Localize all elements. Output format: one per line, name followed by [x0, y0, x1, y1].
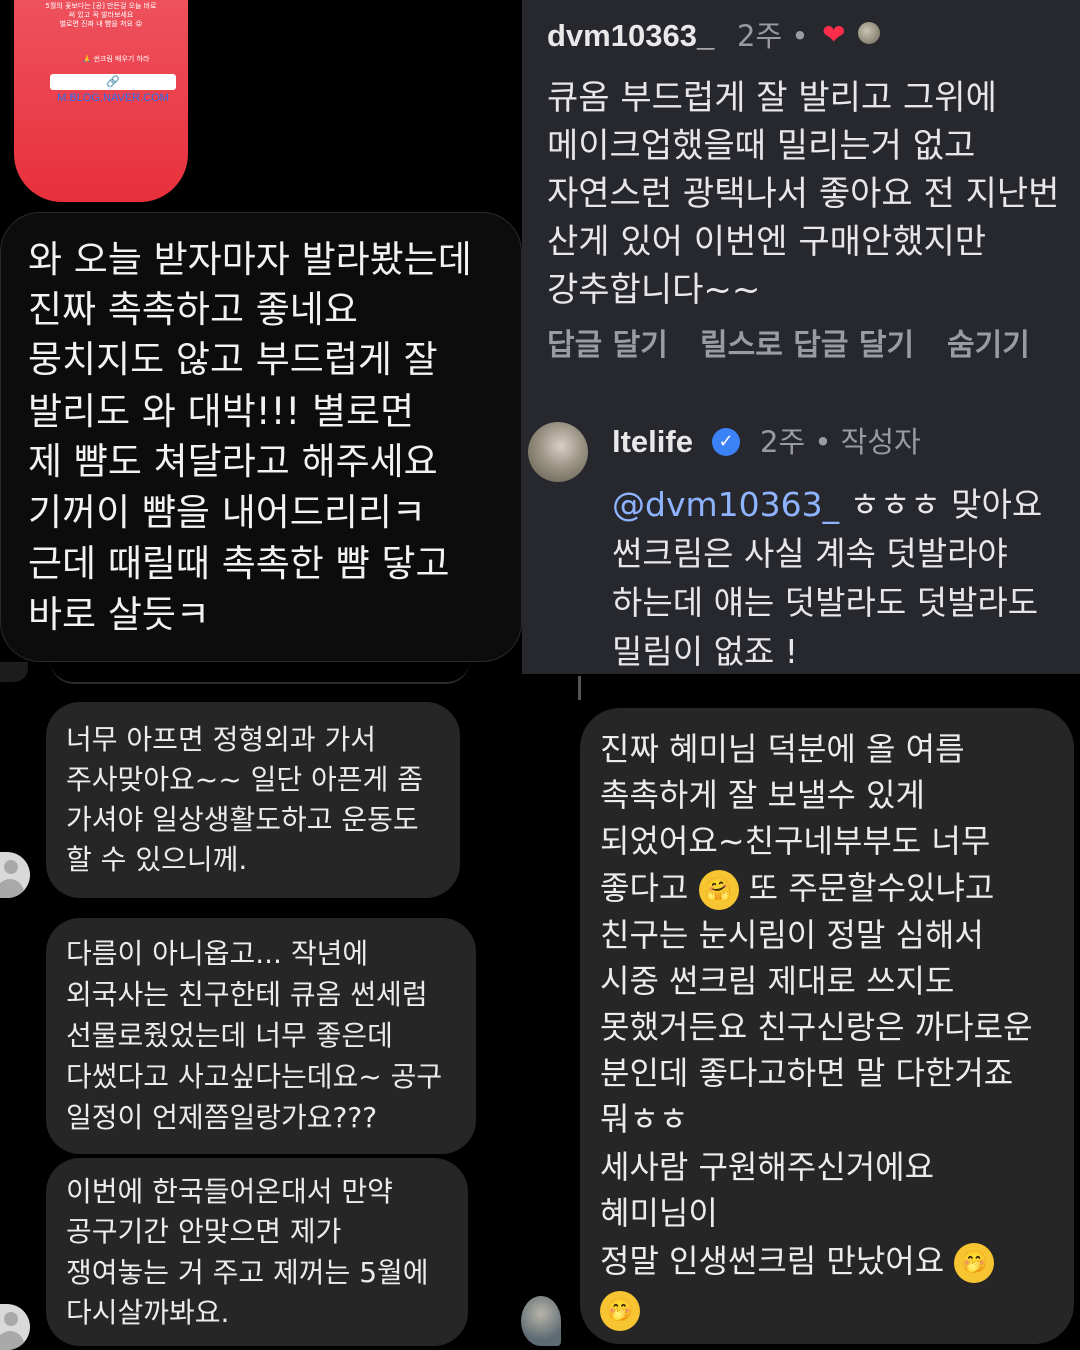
reply-meta: 2주 • 작성자 [760, 425, 921, 459]
message-line: 바로 살듯ㅋ [28, 593, 210, 636]
chat-line: 쟁여놓는 거 주고 제꺼는 5월에 [66, 1256, 429, 1289]
chat-line-with-emoji: 정말 인생썬크림 만났어요 🤭 [600, 1238, 995, 1284]
comment-line: 자연스런 광택나서 좋아요 전 지난번 [547, 174, 1060, 214]
chat-line: 주사맞아요~~ 일단 아픈게 좀 [66, 763, 423, 796]
story-text-line: 써 있고 꼭 발라보세요 [68, 11, 134, 19]
comment-meta: 2주 • [737, 19, 809, 53]
message-line: 발리도 와 대박!!! 별로면 [28, 390, 415, 433]
comment-line: 강추합니다~~ [547, 270, 761, 310]
chat-line: 되었어요~친구네부부도 너무 [600, 822, 991, 860]
comment-line: 큐옴 부드럽게 잘 발리고 그위에 [547, 78, 997, 118]
chat-bubble: 너무 아프면 정형외과 가서 주사맞아요~~ 일단 아픈게 좀 가셔야 일상생활… [46, 702, 460, 898]
chat-line: 이번에 한국들어온대서 만약 [66, 1175, 393, 1208]
default-avatar-icon [0, 1304, 30, 1350]
comment-line: 메이크업했을때 밀리는거 없고 [547, 126, 976, 166]
reply-line: 하는데 얘는 덧발라도 덧발라도 [612, 583, 1039, 622]
chat-line: 시중 썬크림 제대로 쓰지도 [600, 962, 955, 1000]
chat-text: 정말 인생썬크림 만났어요 [600, 1242, 945, 1280]
story-text-line: 5월의 꽃보다는 [공] 만든걸 오늘 바로 [45, 2, 157, 10]
chat-line: 세사람 구원해주신거에요 [600, 1148, 935, 1186]
message-line: 근데 때릴때 촉촉한 뺨 닿고 [28, 542, 450, 585]
avatar-partial [0, 662, 28, 682]
chat-text: 좋다고 [600, 869, 689, 907]
reply-line: 밀림이 없죠 ! [612, 632, 799, 671]
bubble-shadow-edge [50, 660, 470, 684]
chat-line: 가셔야 일상생활도하고 운동도 [66, 803, 419, 836]
chat-bubble: 다름이 아니옵고... 작년에 외국사는 친구한테 큐옴 썬세럼 선물로줬었는데… [46, 918, 476, 1154]
message-line: 와 오늘 받자마자 발라봤는데 [28, 238, 472, 281]
chat-line: 너무 아프면 정형외과 가서 [66, 723, 377, 756]
hide-button[interactable]: 숨기기 [947, 324, 1030, 368]
avatar[interactable] [521, 1296, 561, 1346]
chat-line: 혜미님이 [600, 1194, 718, 1232]
chat-line: 못했거든요 친구신랑은 까다로운 [600, 1008, 1033, 1046]
reels-reply-button[interactable]: 릴스로 답글 달기 [700, 324, 914, 368]
chat-line: 친구는 눈시림이 정말 심해서 [600, 916, 984, 954]
chat-text: 또 주문할수있냐고 [738, 869, 995, 907]
chat-line: 다름이 아니옵고... 작년에 [66, 937, 369, 970]
chat-line: 일정이 언제쯤일랑가요??? [66, 1101, 378, 1134]
chat-line: 외국사는 친구한테 큐옴 썬세럼 [66, 978, 428, 1011]
avatar[interactable] [528, 422, 588, 482]
message-line: 기꺼이 뺨을 내어드리리ㅋ [28, 491, 426, 534]
chat-bubble-large: 진짜 혜미님 덕분에 올 여름 촉촉하게 잘 보낼수 있게 되었어요~친구네부부… [580, 708, 1074, 1344]
verified-badge-icon: ✓ [712, 428, 740, 456]
story-preview-card[interactable]: 5월의 꽃보다는 [공] 만든걸 오늘 바로 써 있고 꼭 발라보세요 별로면 … [14, 0, 188, 202]
chat-line: 다썼다고 사고싶다는데요~ 공구 [66, 1060, 443, 1093]
default-avatar-icon [0, 852, 30, 898]
message-line: 뭉치지도 않고 부드럽게 잘 [28, 338, 438, 381]
story-text-line: 별로면 진짜 내 뺨을 쳐요 😝 [59, 20, 143, 28]
reply-text: ㅎㅎㅎ 맞아요 [839, 485, 1043, 524]
message-bubble-main: 와 오늘 받자마자 발라봤는데 진짜 촉촉하고 좋네요 뭉치지도 않고 부드럽게… [0, 212, 522, 662]
hugging-face-icon: 🤗 [698, 870, 739, 910]
chat-line: 분인데 좋다고하면 말 다한거죠 [600, 1054, 1014, 1092]
reply-line: 썬크림은 사실 계속 덧발라야 [612, 534, 1008, 573]
liked-by-avatar [858, 22, 880, 44]
heart-icon[interactable]: ❤ [822, 20, 845, 50]
chat-bubble: 이번에 한국들어온대서 만약 공구기간 안맞으면 제가 쟁여놓는 거 주고 제꺼… [46, 1158, 468, 1346]
chat-line-with-emoji: 좋다고 🤗 또 주문할수있냐고 [600, 865, 994, 911]
shy-face-icon: 🤭 [954, 1243, 995, 1283]
story-chip: 🙏 썬크림 배우기 하라 [82, 55, 150, 63]
chat-line: 공구기간 안맞으면 제가 [66, 1215, 342, 1248]
reply-username[interactable]: ltelife [612, 420, 693, 464]
chat-line-emoji-only: 🤭 [600, 1286, 640, 1332]
chat-line: 할 수 있으니께. [66, 843, 248, 876]
chat-line: 다시살까봐요. [66, 1296, 230, 1329]
chat-line: 진짜 혜미님 덕분에 올 여름 [600, 730, 965, 768]
shy-face-icon: 🤭 [600, 1291, 640, 1331]
comment-line: 산게 있어 이번엔 구매안했지만 [547, 222, 987, 262]
story-link-sticker[interactable]: 🔗 M.BLOG.NAVER.COM [50, 74, 176, 104]
chat-line: 촉촉하게 잘 보낼수 있게 [600, 776, 925, 814]
mention-link[interactable]: @dvm10363_ [612, 485, 839, 524]
chat-line: 뭐ㅎㅎ [600, 1100, 689, 1138]
reply-button[interactable]: 답글 달기 [547, 324, 668, 368]
divider [578, 676, 581, 700]
message-line: 진짜 촉촉하고 좋네요 [28, 288, 358, 331]
message-line: 제 뺨도 쳐달라고 해주세요 [28, 440, 438, 483]
chat-line: 선물로줬었는데 너무 좋은데 [66, 1019, 393, 1052]
comment-username[interactable]: dvm10363_ [547, 14, 714, 58]
reply-line-first: @dvm10363_ ㅎㅎㅎ 맞아요 [612, 480, 1042, 529]
